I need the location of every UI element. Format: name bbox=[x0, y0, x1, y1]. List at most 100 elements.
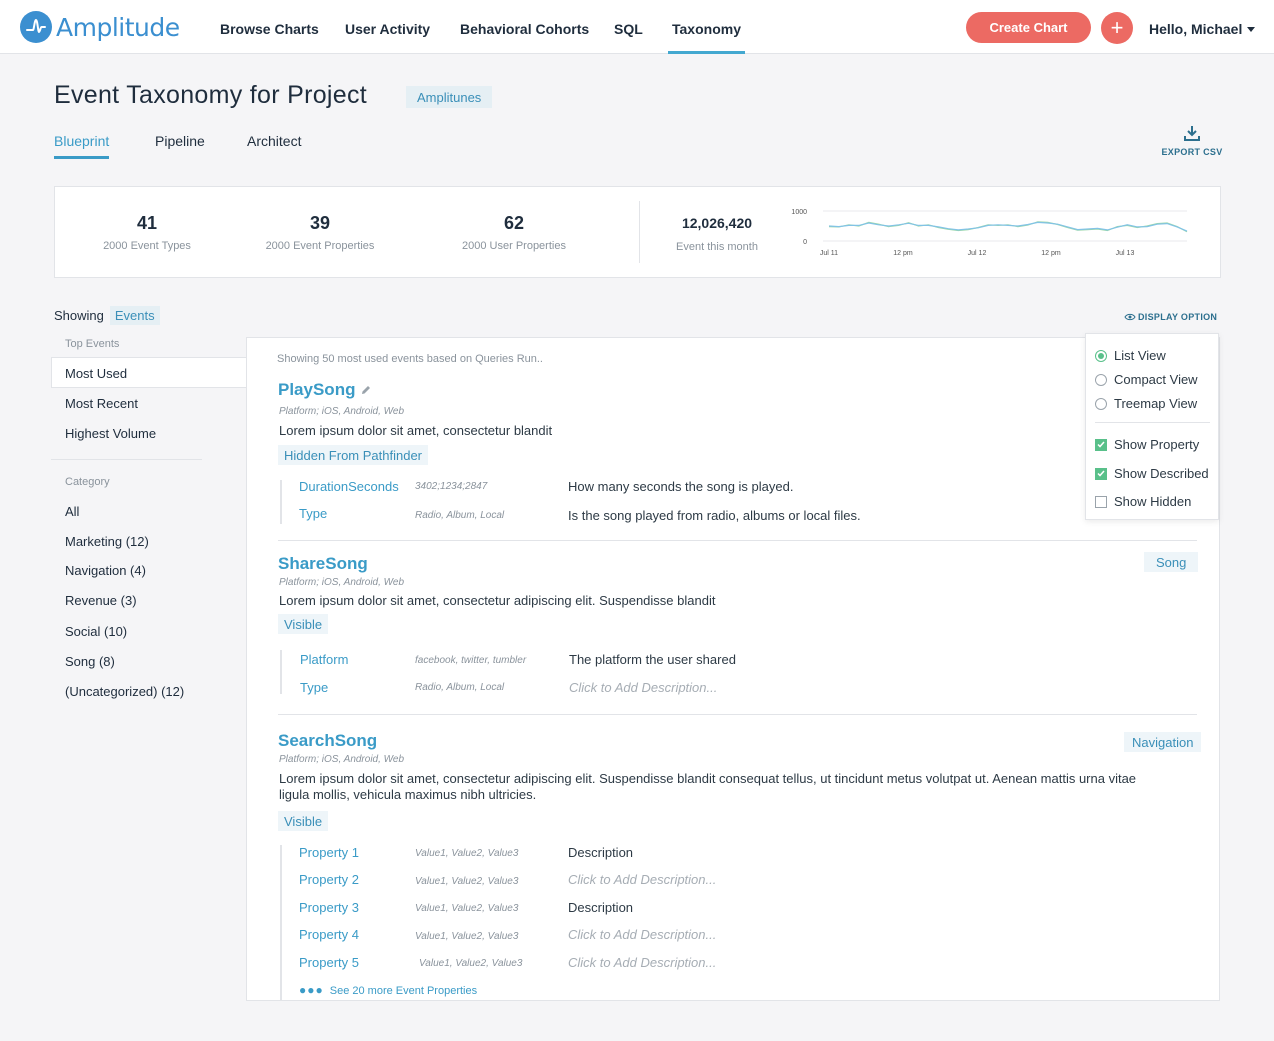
tab-blueprint[interactable]: Blueprint bbox=[54, 133, 110, 159]
checkbox-checked-icon bbox=[1095, 438, 1107, 451]
events-list-panel: Showing 50 most used events based on Que… bbox=[246, 337, 1220, 1001]
property-description[interactable]: Description bbox=[568, 900, 633, 915]
events-line-chart: 1000 0 Jul 11 12 pm Jul 12 12 pm Jul 13 bbox=[791, 209, 1188, 257]
event-name-playsong[interactable]: PlaySong bbox=[278, 380, 355, 400]
property-values: Radio, Album, Local bbox=[415, 682, 505, 693]
property-values: Value1, Value2, Value3 bbox=[419, 958, 523, 969]
chart-y-tick-label: 1000 bbox=[791, 209, 807, 216]
property-list-bar bbox=[280, 480, 282, 524]
radio-icon bbox=[1095, 397, 1107, 410]
property-values: facebook, twitter, tumbler bbox=[415, 655, 527, 666]
more-dots-icon: ●●● bbox=[299, 983, 324, 997]
stat-label: 2000 Event Types bbox=[103, 240, 191, 252]
category-song[interactable]: Song (8) bbox=[65, 654, 115, 669]
event-status-badge[interactable]: Visible bbox=[278, 811, 329, 831]
stat-label: 2000 Event Properties bbox=[265, 240, 375, 252]
property-name[interactable]: Type bbox=[300, 680, 328, 695]
stat-value: 12,026,420 bbox=[681, 215, 753, 231]
create-chart-button[interactable]: Create Chart bbox=[966, 12, 1091, 43]
stats-divider bbox=[639, 201, 640, 263]
amplitude-logo[interactable]: Amplitude bbox=[20, 11, 180, 43]
event-description: Lorem ipsum dolor sit amet, consectetur … bbox=[279, 771, 1137, 802]
category-revenue[interactable]: Revenue (3) bbox=[65, 593, 137, 608]
toggle-show-hidden[interactable]: Show Hidden bbox=[1095, 494, 1191, 509]
sidebar-item-most-recent[interactable]: Most Recent bbox=[65, 396, 138, 411]
property-name[interactable]: Property 5 bbox=[299, 955, 359, 970]
nav-user-activity[interactable]: User Activity bbox=[345, 21, 430, 37]
checkbox-checked-icon bbox=[1095, 467, 1107, 480]
toggle-show-described[interactable]: Show Described bbox=[1095, 466, 1209, 481]
category-heading: Category bbox=[65, 476, 110, 488]
property-description-placeholder[interactable]: Click to Add Description... bbox=[568, 872, 716, 887]
event-category-badge[interactable]: Navigation bbox=[1124, 732, 1202, 752]
stat-label: Event this month bbox=[676, 241, 758, 253]
top-navbar: Amplitude Browse Charts User Activity Be… bbox=[0, 0, 1274, 54]
eye-icon bbox=[1124, 313, 1136, 321]
project-badge[interactable]: Amplitunes bbox=[406, 86, 493, 108]
property-description[interactable]: Description bbox=[568, 845, 633, 860]
stat-events-month: 12,026,420 Event this month bbox=[667, 213, 767, 253]
add-button[interactable]: + bbox=[1101, 12, 1133, 44]
option-label: List View bbox=[1114, 348, 1166, 363]
nav-behavioral-cohorts[interactable]: Behavioral Cohorts bbox=[460, 21, 589, 37]
view-option-compact[interactable]: Compact View bbox=[1095, 372, 1198, 387]
property-description[interactable]: The platform the user shared bbox=[569, 652, 736, 667]
chart-y-tick-label: 0 bbox=[803, 239, 807, 246]
event-status-badge[interactable]: Visible bbox=[278, 614, 329, 634]
export-csv-label: EXPORT CSV bbox=[1161, 147, 1223, 157]
view-option-treemap[interactable]: Treemap View bbox=[1095, 396, 1197, 411]
display-option-toggle[interactable]: DISPLAY OPTION bbox=[1124, 312, 1217, 322]
radio-icon bbox=[1095, 373, 1107, 386]
property-name[interactable]: Property 4 bbox=[299, 927, 359, 942]
property-name[interactable]: Property 1 bbox=[299, 845, 359, 860]
nav-sql[interactable]: SQL bbox=[614, 21, 643, 37]
sidebar-divider bbox=[51, 459, 202, 460]
property-values: Radio, Album, Local bbox=[415, 510, 505, 521]
option-label: Show Hidden bbox=[1114, 494, 1192, 509]
category-social[interactable]: Social (10) bbox=[65, 624, 127, 639]
event-status-badge[interactable]: Hidden From Pathfinder bbox=[278, 445, 429, 465]
stat-user-properties: 62 2000 User Properties bbox=[454, 213, 574, 252]
showing-filter: Showing Events bbox=[54, 306, 160, 325]
chart-series-line-1 bbox=[828, 221, 1188, 233]
property-name[interactable]: DurationSeconds bbox=[299, 479, 399, 494]
event-name-searchsong[interactable]: SearchSong bbox=[278, 731, 377, 751]
sidebar-item-highest-volume[interactable]: Highest Volume bbox=[65, 426, 156, 441]
display-option-label: DISPLAY OPTION bbox=[1138, 312, 1218, 322]
property-description[interactable]: Is the song played from radio, albums or… bbox=[568, 508, 861, 523]
chart-x-tick-label: Jul 11 bbox=[820, 250, 838, 257]
see-more-label: See 20 more Event Properties bbox=[329, 985, 478, 997]
category-all[interactable]: All bbox=[65, 504, 79, 519]
caret-down-icon bbox=[1247, 27, 1256, 32]
edit-pencil-icon[interactable] bbox=[360, 384, 372, 396]
event-category-badge[interactable]: Song bbox=[1144, 552, 1199, 572]
sidebar-item-most-used[interactable]: Most Used bbox=[65, 366, 127, 381]
nav-taxonomy[interactable]: Taxonomy bbox=[668, 21, 745, 54]
category-marketing[interactable]: Marketing (12) bbox=[65, 534, 149, 549]
list-note: Showing 50 most used events based on Que… bbox=[277, 353, 543, 365]
export-csv-button[interactable]: EXPORT CSV bbox=[1160, 124, 1224, 157]
property-description-placeholder[interactable]: Click to Add Description... bbox=[568, 927, 716, 942]
property-description[interactable]: How many seconds the song is played. bbox=[568, 479, 793, 494]
property-description-placeholder[interactable]: Click to Add Description... bbox=[568, 955, 716, 970]
category-uncategorized[interactable]: (Uncategorized) (12) bbox=[65, 684, 184, 699]
event-name-sharesong[interactable]: ShareSong bbox=[278, 554, 368, 574]
property-values: Value1, Value2, Value3 bbox=[415, 876, 519, 887]
category-navigation[interactable]: Navigation (4) bbox=[65, 563, 146, 578]
property-name[interactable]: Property 3 bbox=[299, 900, 359, 915]
property-name[interactable]: Type bbox=[299, 506, 327, 521]
property-values: Value1, Value2, Value3 bbox=[415, 931, 519, 942]
tab-pipeline[interactable]: Pipeline bbox=[155, 133, 205, 149]
option-label: Show Property bbox=[1114, 437, 1200, 452]
showing-value-pill[interactable]: Events bbox=[109, 306, 160, 325]
property-name[interactable]: Property 2 bbox=[299, 872, 359, 887]
toggle-show-property[interactable]: Show Property bbox=[1095, 437, 1199, 452]
see-more-properties-link[interactable]: ●●● See 20 more Event Properties bbox=[299, 983, 477, 997]
nav-browse-charts[interactable]: Browse Charts bbox=[220, 21, 319, 37]
property-name[interactable]: Platform bbox=[300, 652, 348, 667]
property-description-placeholder[interactable]: Click to Add Description... bbox=[569, 680, 717, 695]
view-option-list[interactable]: List View bbox=[1095, 348, 1166, 363]
dropdown-divider bbox=[1095, 422, 1210, 423]
user-menu[interactable]: Hello, Michael bbox=[1149, 21, 1256, 37]
tab-architect[interactable]: Architect bbox=[247, 133, 301, 149]
